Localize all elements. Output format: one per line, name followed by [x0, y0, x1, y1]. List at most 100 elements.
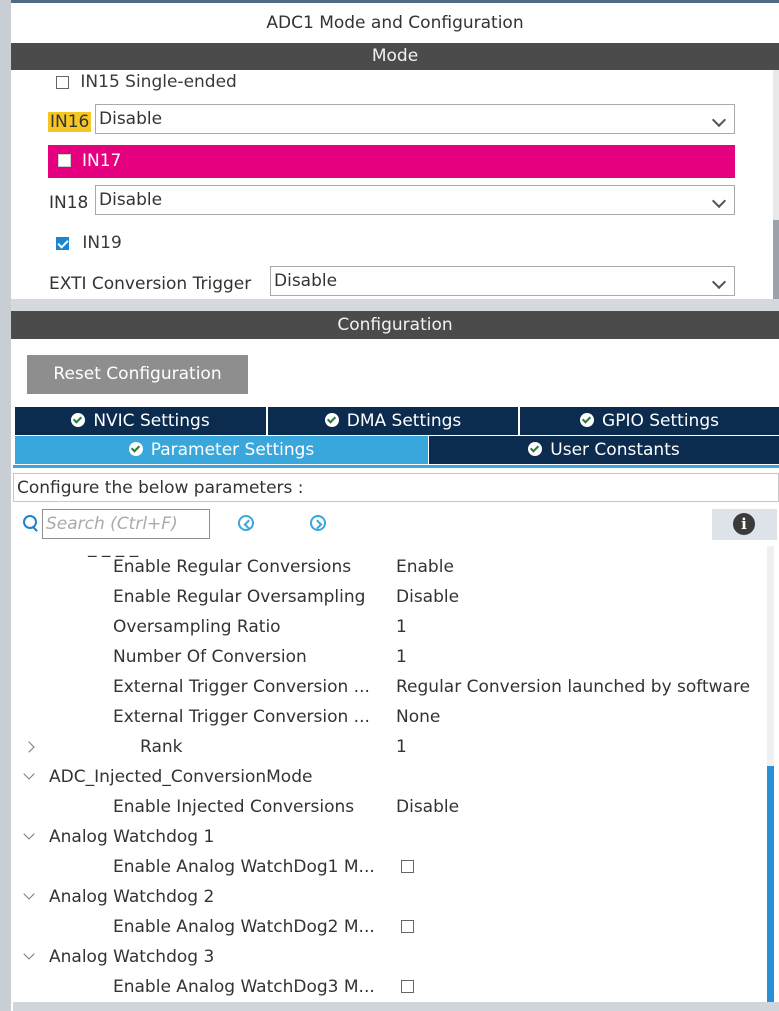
tab-label: NVIC Settings: [93, 411, 210, 431]
param-name: Enable Analog WatchDog2 M...: [113, 917, 375, 937]
in18-label: IN18: [49, 193, 89, 213]
reset-configuration-button[interactable]: Reset Configuration: [27, 355, 248, 394]
tab-dma-settings[interactable]: DMA Settings: [268, 407, 520, 435]
collapse-arrow-icon[interactable]: [23, 768, 35, 780]
param-group[interactable]: Analog Watchdog 3: [13, 942, 763, 972]
in19-checkbox[interactable]: [56, 236, 69, 250]
in16-select-value: Disable: [99, 109, 163, 129]
search-previous-icon[interactable]: [238, 515, 254, 531]
group-name: Analog Watchdog 3: [49, 947, 215, 967]
collapse-arrow-icon[interactable]: [23, 828, 35, 840]
search-input[interactable]: Search (Ctrl+F): [42, 509, 210, 539]
search-icon[interactable]: [23, 515, 37, 529]
info-icon: i: [733, 513, 755, 535]
tab-label: GPIO Settings: [602, 411, 719, 431]
param-name: Enable Injected Conversions: [113, 797, 355, 817]
parameter-tree: _ _ _ _ Enable Regular Conversions Enabl…: [13, 546, 779, 1002]
chevron-down-icon: [711, 193, 727, 209]
param-value: 1: [396, 647, 407, 667]
group-name: ADC_Injected_ConversionMode: [49, 767, 313, 787]
exti-trigger-select[interactable]: Disable: [270, 266, 735, 296]
in16-label-highlight: IN16: [48, 112, 92, 132]
in17-checkbox[interactable]: [58, 154, 71, 167]
parameter-scrollbar[interactable]: [767, 546, 774, 1002]
param-name: Number Of Conversion: [113, 647, 307, 667]
mode-panel: IN15 Single-ended IN16 Disable IN17 IN18…: [11, 70, 779, 299]
param-row[interactable]: Enable Analog WatchDog3 M...: [13, 972, 763, 1002]
chevron-down-icon: [711, 112, 727, 128]
collapse-arrow-icon[interactable]: [23, 948, 35, 960]
in15-label: IN15 Single-ended: [80, 72, 237, 92]
param-row[interactable]: Enable Analog WatchDog2 M...: [13, 912, 763, 942]
chevron-down-icon: [711, 274, 727, 290]
tab-gpio-settings[interactable]: GPIO Settings: [520, 407, 779, 435]
mode-section-header: Mode: [11, 43, 779, 70]
param-name: External Trigger Conversion ...: [113, 707, 370, 727]
tab-nvic-settings[interactable]: NVIC Settings: [15, 407, 268, 435]
param-row[interactable]: External Trigger Conversion ... Regular …: [13, 672, 763, 702]
group-name: Analog Watchdog 2: [49, 887, 215, 907]
param-name: External Trigger Conversion ...: [113, 677, 370, 697]
panel-splitter[interactable]: [11, 299, 779, 311]
param-value: Regular Conversion launched by software: [396, 677, 751, 697]
param-group[interactable]: Analog Watchdog 1: [13, 822, 763, 852]
check-circle-icon: [580, 413, 595, 427]
check-circle-icon: [528, 442, 543, 456]
tab-label: User Constants: [550, 440, 680, 460]
window-title: ADC1 Mode and Configuration: [266, 13, 524, 33]
param-value: None: [396, 707, 441, 727]
param-name: Enable Analog WatchDog1 M...: [113, 857, 375, 877]
param-name: Enable Regular Oversampling: [113, 587, 366, 607]
param-group[interactable]: ADC_Injected_ConversionMode: [13, 762, 763, 792]
param-row[interactable]: Enable Regular Conversions Enable: [13, 552, 763, 582]
check-circle-icon: [128, 442, 143, 456]
param-checkbox[interactable]: [401, 980, 414, 993]
param-name: Oversampling Ratio: [113, 617, 281, 637]
window-top-border: [11, 0, 779, 3]
param-row[interactable]: Number Of Conversion 1: [13, 642, 763, 672]
parameter-scrollbar-thumb[interactable]: [767, 766, 774, 1002]
in16-select[interactable]: Disable: [95, 104, 735, 134]
param-value: Disable: [396, 587, 460, 607]
param-name: Rank: [140, 737, 183, 757]
in17-row[interactable]: IN17: [48, 145, 735, 178]
param-row-rank[interactable]: Rank 1: [13, 732, 763, 762]
expand-arrow-icon[interactable]: [23, 741, 35, 753]
left-edge-strip: [0, 0, 11, 1011]
tab-label: DMA Settings: [346, 411, 462, 431]
param-row[interactable]: Enable Injected Conversions Disable: [13, 792, 763, 822]
param-name: Enable Regular Conversions: [113, 557, 352, 577]
param-checkbox[interactable]: [401, 860, 414, 873]
tab-label: Parameter Settings: [150, 440, 315, 460]
mode-scrollbar[interactable]: [773, 70, 779, 299]
in15-checkbox[interactable]: [56, 75, 69, 89]
check-circle-icon: [324, 413, 339, 427]
param-row[interactable]: Oversampling Ratio 1: [13, 612, 763, 642]
tab-underline: [13, 465, 779, 468]
configuration-section-header: Configuration: [11, 311, 779, 339]
exti-trigger-label: EXTI Conversion Trigger: [49, 274, 252, 294]
exti-select-value: Disable: [274, 271, 338, 291]
param-group[interactable]: Analog Watchdog 2: [13, 882, 763, 912]
info-button[interactable]: i: [712, 509, 777, 540]
mode-scrollbar-thumb[interactable]: [773, 220, 779, 299]
param-value: 1: [396, 617, 407, 637]
param-row[interactable]: Enable Regular Oversampling Disable: [13, 582, 763, 612]
configure-description: Configure the below parameters :: [13, 473, 779, 502]
param-value: Enable: [396, 557, 454, 577]
param-row[interactable]: External Trigger Conversion ... None: [13, 702, 763, 732]
in18-select[interactable]: Disable: [95, 185, 735, 215]
param-value: Disable: [396, 797, 460, 817]
tab-parameter-settings[interactable]: Parameter Settings: [15, 436, 428, 464]
in19-row[interactable]: IN19: [56, 233, 122, 253]
search-next-icon[interactable]: [310, 515, 326, 531]
horizontal-scrollbar[interactable]: [13, 1002, 779, 1011]
tab-user-constants[interactable]: User Constants: [429, 436, 779, 464]
collapse-arrow-icon[interactable]: [23, 888, 35, 900]
group-name: Analog Watchdog 1: [49, 827, 215, 847]
in15-row[interactable]: IN15 Single-ended: [56, 72, 237, 92]
check-circle-icon: [71, 413, 86, 427]
in16-label: IN16: [48, 107, 92, 137]
param-row[interactable]: Enable Analog WatchDog1 M...: [13, 852, 763, 882]
param-checkbox[interactable]: [401, 920, 414, 933]
